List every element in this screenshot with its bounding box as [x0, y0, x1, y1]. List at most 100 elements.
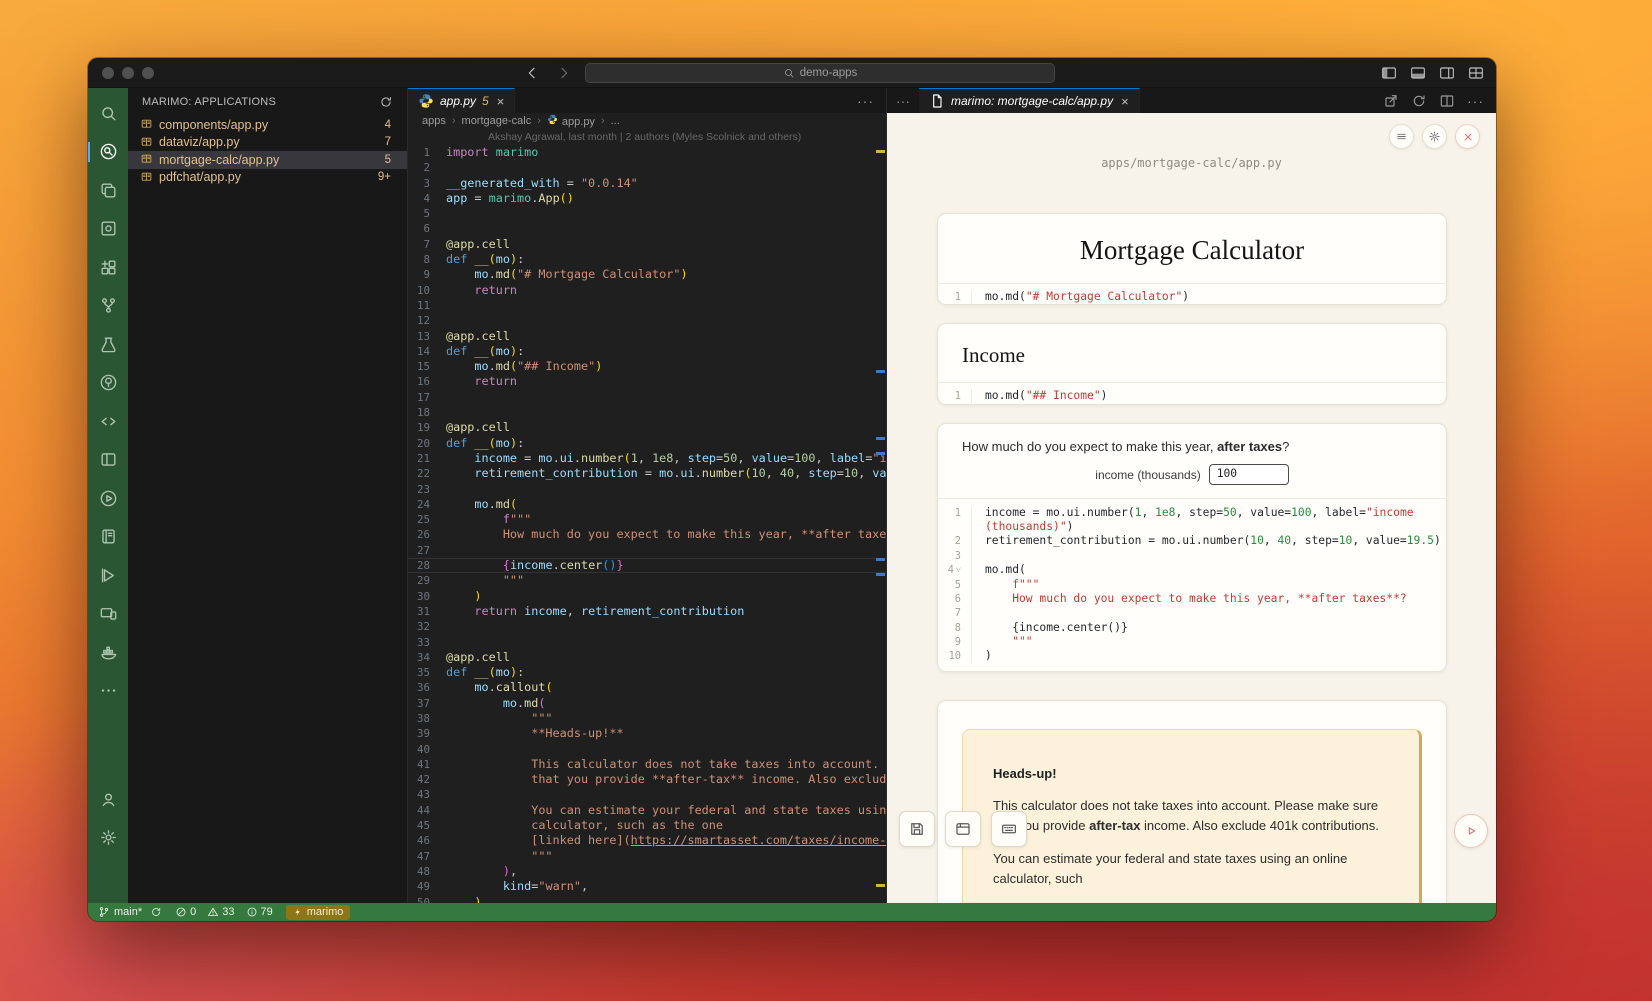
code-line-22[interactable]: 22 retirement_contribution = mo.ui.numbe… [408, 466, 886, 481]
back-icon[interactable] [524, 65, 540, 81]
code-line-24[interactable]: 24 mo.md( [408, 497, 886, 512]
more-actions-icon[interactable]: ··· [857, 93, 874, 109]
close-window-button[interactable] [102, 67, 114, 79]
code-line-15[interactable]: 15 mo.md("## Income") [408, 359, 886, 374]
breadcrumb-item[interactable]: mortgage-calc [462, 115, 532, 127]
code-line-42[interactable]: 42 that you provide **after-tax** income… [408, 772, 886, 787]
activity-copy-icon[interactable] [88, 171, 128, 210]
close-preview-tab-icon[interactable]: × [1121, 94, 1129, 109]
activity-settings-icon[interactable] [88, 819, 128, 858]
activity-github-icon[interactable] [88, 364, 128, 403]
code-line-41[interactable]: 41 This calculator does not take taxes i… [408, 757, 886, 772]
toggle-sidebar-icon[interactable] [1381, 65, 1397, 81]
code-line-25[interactable]: 25 f""" [408, 512, 886, 527]
code-line-40[interactable]: 40 [408, 742, 886, 757]
close-tab-icon[interactable]: × [497, 94, 505, 109]
code-line-16[interactable]: 16 return [408, 374, 886, 389]
customize-layout-icon[interactable] [1468, 65, 1484, 81]
code-line-9[interactable]: 9 mo.md("# Mortgage Calculator") [408, 267, 886, 282]
code-line-45[interactable]: 45 calculator, such as the one [408, 818, 886, 833]
code-line-5[interactable]: 5 [408, 206, 886, 221]
refresh-icon[interactable] [379, 95, 393, 109]
code-line-47[interactable]: 47 """ [408, 849, 886, 864]
code-line-43[interactable]: 43 [408, 787, 886, 802]
window-controls[interactable] [102, 67, 154, 79]
command-center[interactable]: demo-apps [585, 63, 1055, 83]
income-number-input[interactable]: 100 [1209, 464, 1289, 485]
code-line-26[interactable]: 26 How much do you expect to make this y… [408, 527, 886, 542]
menu-button[interactable] [1389, 124, 1414, 149]
zoom-window-button[interactable] [142, 67, 154, 79]
code-line-14[interactable]: 14def __(mo): [408, 344, 886, 359]
code-line-4[interactable]: 4app = marimo.App() [408, 191, 886, 206]
activity-code-icon[interactable] [88, 402, 128, 441]
file-item-pdfchat[interactable]: pdfchat/app.py9+ [128, 169, 407, 187]
code-line-32[interactable]: 32 [408, 619, 886, 634]
activity-search-icon[interactable] [88, 94, 128, 133]
activity-test-icon[interactable] [88, 556, 128, 595]
activity-beaker-icon[interactable] [88, 325, 128, 364]
code-line-48[interactable]: 48 ), [408, 864, 886, 879]
code-line-2[interactable]: 2 [408, 160, 886, 175]
open-in-browser-icon[interactable] [1383, 93, 1399, 109]
split-editor-icon[interactable] [1439, 93, 1455, 109]
tab-app-py[interactable]: app.py 5 × [408, 88, 515, 113]
code-line-12[interactable]: 12 [408, 313, 886, 328]
code-line-35[interactable]: 35def __(mo): [408, 665, 886, 680]
code-line-44[interactable]: 44 You can estimate your federal and sta… [408, 803, 886, 818]
code-line-29[interactable]: 29 """ [408, 573, 886, 588]
code-line-7[interactable]: 7@app.cell [408, 237, 886, 252]
tab-marimo-preview[interactable]: marimo: mortgage-calc/app.py × [919, 88, 1140, 113]
editor-actions-overflow-icon[interactable]: ··· [887, 88, 919, 113]
shutdown-button[interactable] [1455, 124, 1480, 149]
breadcrumb[interactable]: apps›mortgage-calc›app.py›... [408, 113, 886, 129]
settings-button[interactable] [1422, 124, 1447, 149]
minimize-window-button[interactable] [122, 67, 134, 79]
code-line-36[interactable]: 36 mo.callout( [408, 680, 886, 695]
code-line-20[interactable]: 20def __(mo): [408, 436, 886, 451]
code-line-13[interactable]: 13@app.cell [408, 329, 886, 344]
code-line-31[interactable]: 31 return income, retirement_contributio… [408, 604, 886, 619]
activity-more-icon[interactable] [88, 672, 128, 711]
code-line-38[interactable]: 38 """ [408, 711, 886, 726]
toggle-secondary-sidebar-icon[interactable] [1439, 65, 1455, 81]
code-line-39[interactable]: 39 **Heads-up!** [408, 726, 886, 741]
breadcrumb-item[interactable]: apps [422, 115, 446, 127]
code-line-33[interactable]: 33 [408, 635, 886, 650]
code-editor[interactable]: 1import marimo23__generated_with = "0.0.… [408, 145, 886, 903]
code-line-46[interactable]: 46 [linked here](https://smartasset.com/… [408, 833, 886, 848]
code-line-34[interactable]: 34@app.cell [408, 650, 886, 665]
file-item-dataviz[interactable]: dataviz/app.py7 [128, 134, 407, 152]
activity-notebook-icon[interactable] [88, 518, 128, 557]
code-line-49[interactable]: 49 kind="warn", [408, 879, 886, 894]
code-line-18[interactable]: 18 [408, 405, 886, 420]
code-line-28[interactable]: 28 {income.center()} [408, 558, 886, 573]
code-line-11[interactable]: 11 [408, 298, 886, 313]
sync-icon[interactable] [150, 906, 162, 918]
panel-button[interactable] [945, 811, 981, 847]
code-line-19[interactable]: 19@app.cell [408, 420, 886, 435]
forward-icon[interactable] [556, 65, 572, 81]
run-button[interactable] [1454, 814, 1488, 848]
preview-more-actions-icon[interactable]: ··· [1467, 93, 1484, 109]
reload-preview-icon[interactable] [1411, 93, 1427, 109]
activity-run-icon[interactable] [88, 479, 128, 518]
activity-docker-icon[interactable] [88, 633, 128, 672]
code-line-1[interactable]: 1import marimo [408, 145, 886, 160]
code-line-6[interactable]: 6 [408, 221, 886, 236]
code-line-10[interactable]: 10 return [408, 283, 886, 298]
code-line-23[interactable]: 23 [408, 482, 886, 497]
breadcrumb-item[interactable]: app.py [547, 114, 595, 128]
code-line-8[interactable]: 8def __(mo): [408, 252, 886, 267]
code-line-27[interactable]: 27 [408, 543, 886, 558]
code-line-21[interactable]: 21 income = mo.ui.number(1, 1e8, step=50… [408, 451, 886, 466]
toggle-panel-icon[interactable] [1410, 65, 1426, 81]
save-button[interactable] [899, 811, 935, 847]
activity-screen-icon[interactable] [88, 210, 128, 249]
problems-status[interactable]: 0 33 79 [175, 906, 273, 918]
breadcrumb-item[interactable]: ... [611, 115, 620, 127]
activity-account-icon[interactable] [88, 780, 128, 819]
file-item-components[interactable]: components/app.py4 [128, 116, 407, 134]
file-item-mortgage-calc[interactable]: mortgage-calc/app.py5 [128, 151, 407, 169]
activity-git-fork-icon[interactable] [88, 287, 128, 326]
